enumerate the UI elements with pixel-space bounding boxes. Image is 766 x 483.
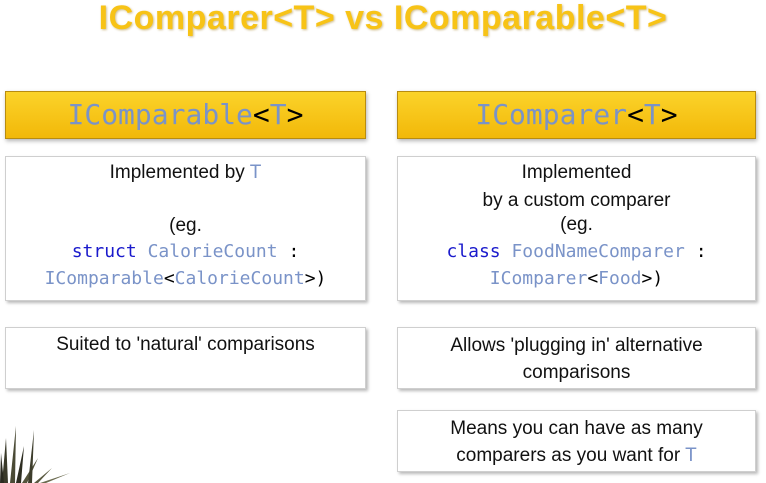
header-type-param: T	[643, 98, 661, 131]
implemented-by-line: Implemented by T	[6, 162, 365, 184]
slide-title: IComparer<T> vs IComparable<T>	[98, 0, 668, 37]
code-declaration-line: struct CalorieCount :	[6, 241, 365, 262]
code-interface-name: IComparer	[489, 268, 588, 289]
icomparable-header: IComparable<T>	[5, 91, 366, 139]
plugging-in-box: Allows 'plugging in' alternative compari…	[397, 327, 756, 389]
code-interface-line: IComparable<CalorieCount>)	[6, 268, 365, 289]
code-colon: :	[695, 241, 707, 262]
code-interface-line: IComparer<Food>)	[398, 268, 755, 289]
many-comparers-text: comparers as you want for	[456, 445, 686, 466]
code-close: >)	[641, 268, 664, 289]
header-angle-open: <	[627, 98, 644, 131]
natural-comparisons-text: Suited to 'natural' comparisons	[56, 334, 315, 355]
header-interface-name: IComparer	[475, 98, 628, 131]
code-generic-arg: CalorieCount	[174, 268, 305, 289]
code-angle-open: <	[587, 268, 599, 289]
many-comparers-line-1: Means you can have as many	[450, 418, 703, 439]
type-param-t: T	[685, 445, 697, 466]
code-interface-name: IComparable	[44, 268, 164, 289]
plugging-in-line-1: Allows 'plugging in' alternative	[450, 335, 703, 356]
code-declaration-line: class FoodNameComparer :	[398, 241, 755, 262]
code-keyword: class	[446, 241, 501, 262]
many-comparers-box: Means you can have as many comparers as …	[397, 410, 756, 472]
code-type-name: CalorieCount	[147, 241, 278, 262]
example-prefix: (eg.	[169, 215, 202, 236]
custom-comparer-line: by a custom comparer	[482, 190, 671, 211]
code-angle-open: <	[163, 268, 175, 289]
many-comparers-line-2: comparers as you want for T	[398, 445, 755, 467]
header-interface-name: IComparable	[67, 98, 253, 131]
grass-decoration	[0, 426, 70, 483]
code-type-name: FoodNameComparer	[511, 241, 685, 262]
icomparer-header: IComparer<T>	[397, 91, 756, 139]
natural-comparisons-box: Suited to 'natural' comparisons	[5, 327, 366, 389]
code-generic-arg: Food	[598, 268, 642, 289]
implemented-line: Implemented	[521, 162, 632, 183]
example-prefix: (eg.	[560, 214, 593, 235]
icomparer-description-box: Implemented by a custom comparer (eg. cl…	[397, 156, 756, 301]
header-angle-open: <	[252, 98, 270, 131]
code-colon: :	[288, 241, 300, 262]
code-close: >)	[304, 268, 327, 289]
code-keyword: struct	[71, 241, 137, 262]
header-angle-close: >	[660, 98, 678, 131]
implemented-by-text: Implemented by	[109, 162, 250, 183]
type-param-t: T	[249, 162, 262, 183]
header-type-param: T	[269, 98, 287, 131]
icomparable-description-box: Implemented by T (eg. struct CalorieCoun…	[5, 156, 366, 301]
header-angle-close: >	[286, 98, 304, 131]
plugging-in-line-2: comparisons	[522, 362, 631, 383]
